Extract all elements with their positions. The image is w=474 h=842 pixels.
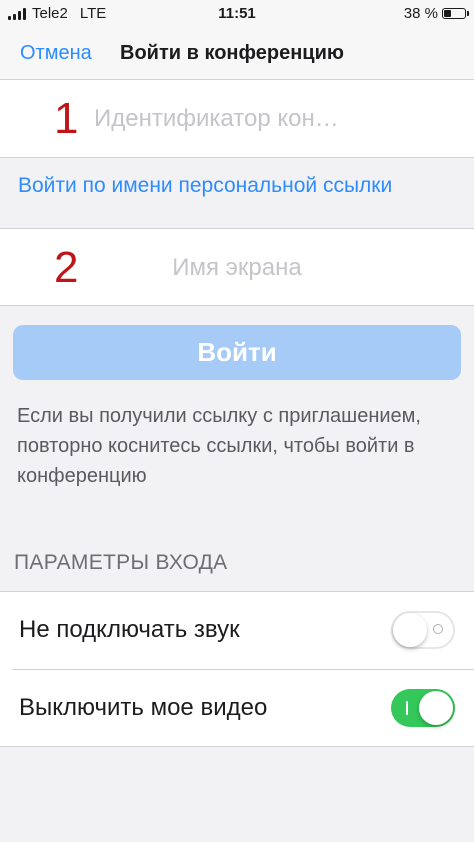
toggle-knob xyxy=(393,613,427,647)
page-title: Войти в конференцию xyxy=(120,42,344,64)
toggle-off-indicator-icon xyxy=(433,624,443,634)
battery-fill xyxy=(444,10,452,17)
meeting-id-input[interactable] xyxy=(94,104,374,134)
screen-name-row: 2 xyxy=(0,228,474,306)
audio-toggle[interactable] xyxy=(391,611,455,649)
status-right: 38 % xyxy=(403,5,469,22)
join-options-header: ПАРАМЕТРЫ ВХОДА xyxy=(14,551,228,574)
battery-percent: 38 % xyxy=(403,5,438,22)
cancel-button[interactable]: Отмена xyxy=(20,42,92,65)
option-row-audio: Не подключать звук xyxy=(0,592,474,670)
screen-name-input[interactable] xyxy=(60,253,414,283)
status-bar: Tele2 LTE 11:51 38 % xyxy=(0,0,474,28)
join-options-group: Не подключать звук Выключить мое видео xyxy=(0,591,474,747)
toggle-on-indicator-icon xyxy=(406,701,408,715)
option-label-video: Выключить мое видео xyxy=(19,694,268,721)
battery-icon xyxy=(442,8,469,19)
video-toggle[interactable] xyxy=(391,689,455,727)
join-button[interactable]: Войти xyxy=(13,325,461,380)
option-row-video: Выключить мое видео xyxy=(0,670,474,748)
option-label-audio: Не подключать звук xyxy=(19,616,240,643)
hint-text: Если вы получили ссылку с приглашением, … xyxy=(17,405,421,487)
nav-bar: Отмена Войти в конференцию xyxy=(0,28,474,80)
step-marker-1: 1 xyxy=(54,94,79,143)
toggle-knob xyxy=(419,691,453,725)
meeting-id-row: 1 xyxy=(0,80,474,158)
personal-link-button[interactable]: Войти по имени персональной ссылки xyxy=(18,174,392,198)
